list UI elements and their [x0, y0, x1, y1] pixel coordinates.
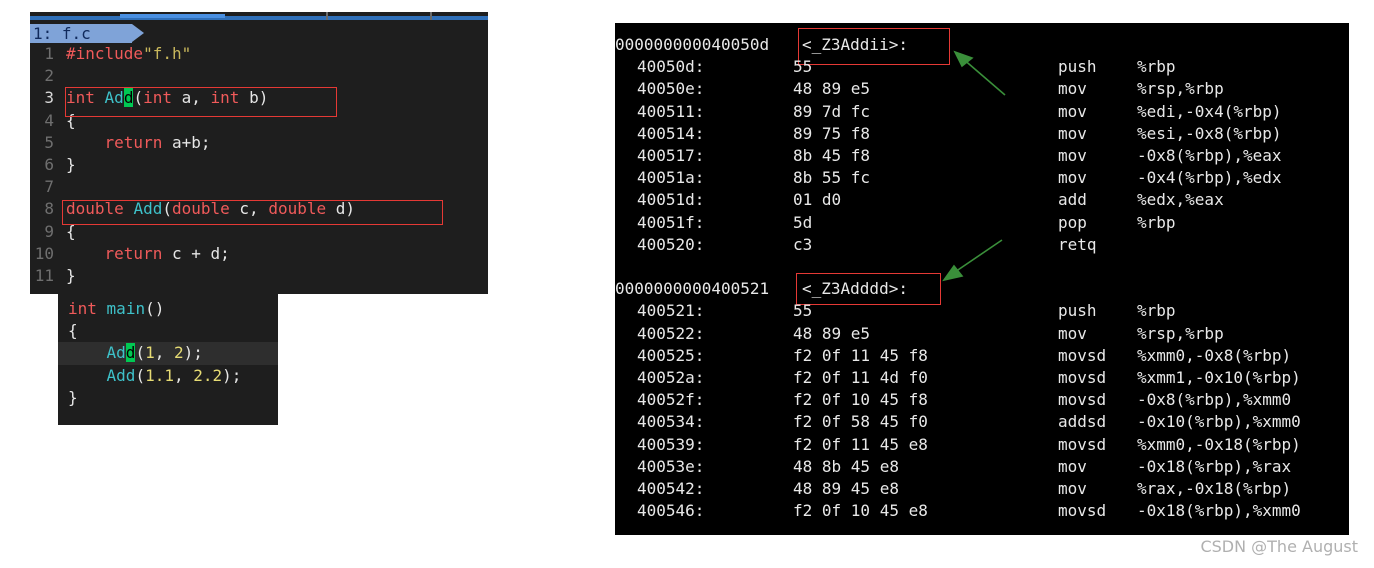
arrow-line-1 — [961, 57, 1006, 96]
arrow-line-2 — [951, 239, 1003, 275]
watermark: CSDN @The August — [1200, 537, 1358, 556]
annotation-arrows — [942, 50, 1006, 282]
